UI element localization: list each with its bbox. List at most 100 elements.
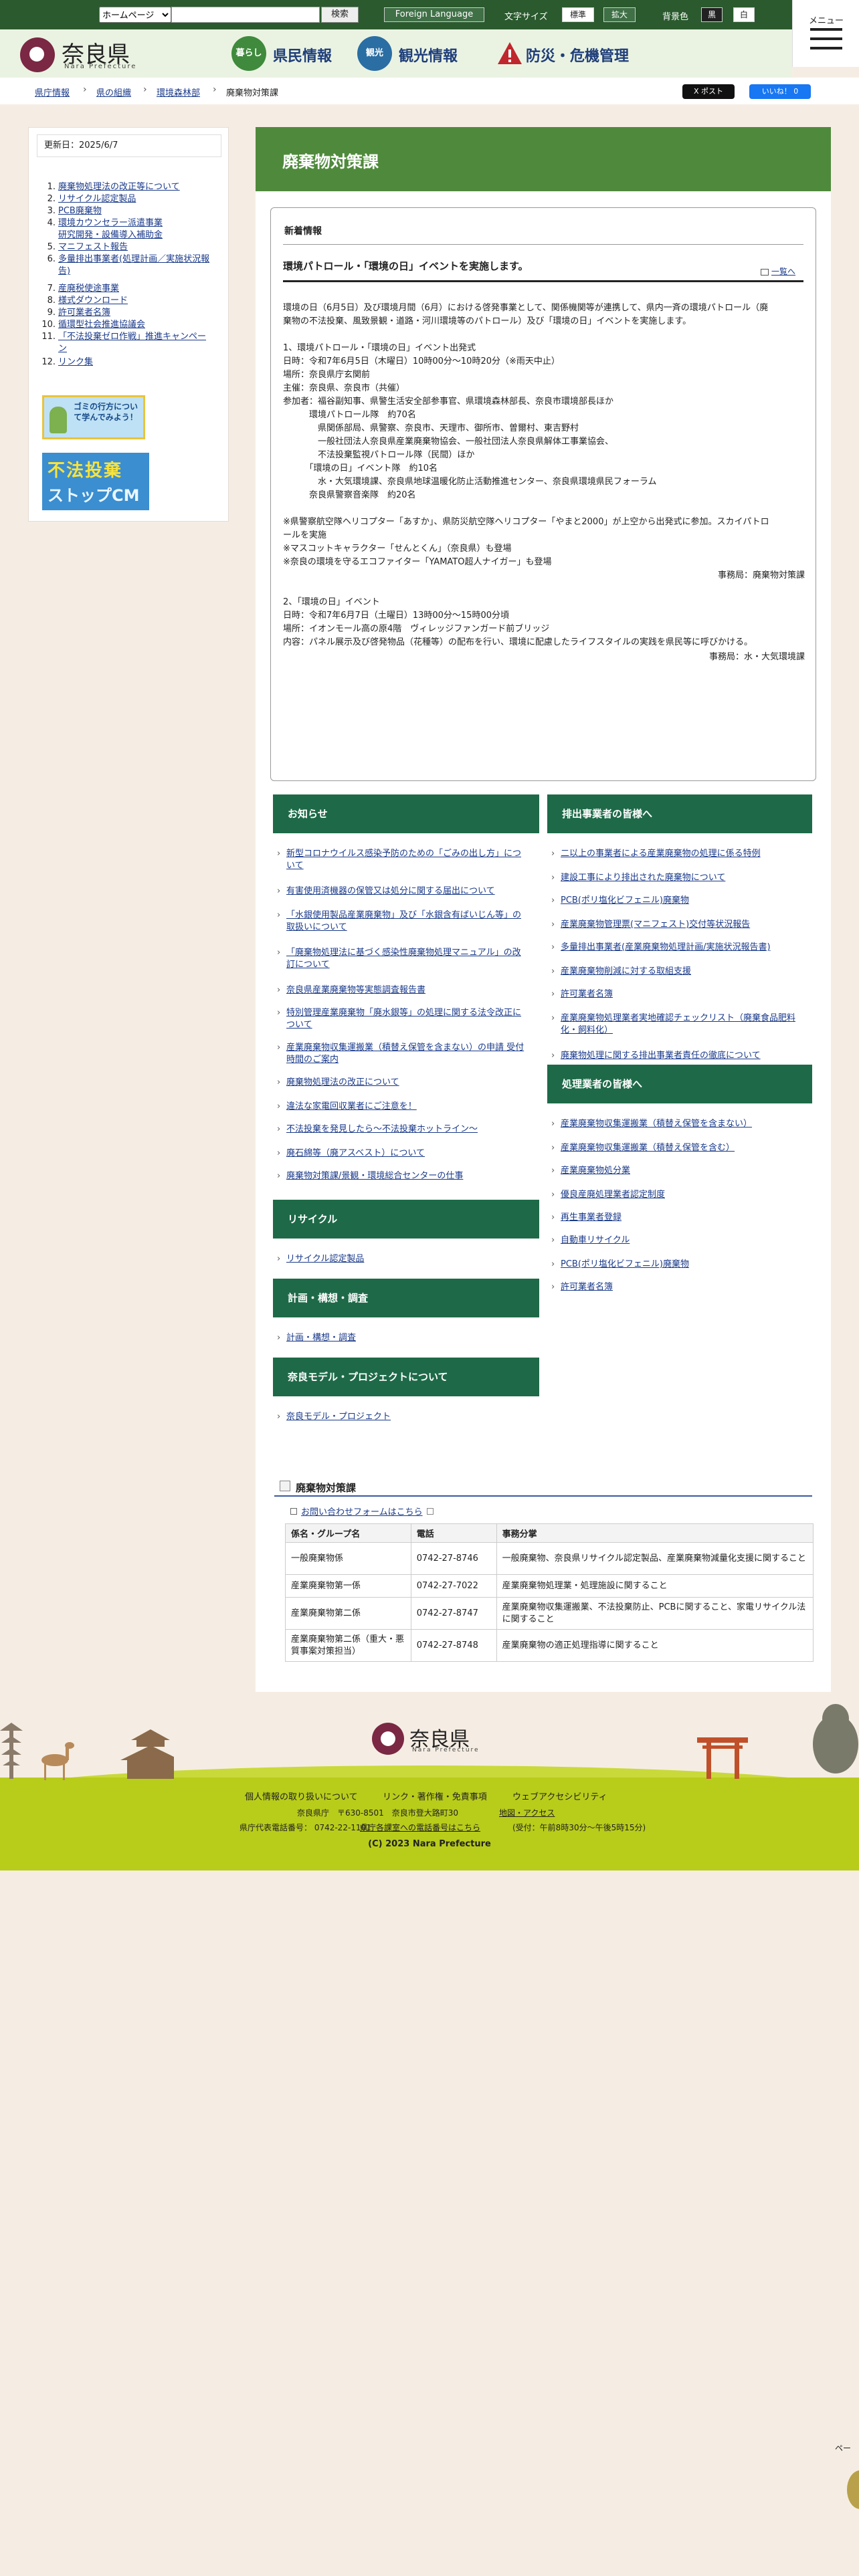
sidebar-item-label: リンク集 — [58, 357, 94, 367]
group-link-haishutsu[interactable]: 建設工事により排出された廃棄物について — [551, 872, 801, 884]
footer-phone-link[interactable]: 県庁各課室への電話番号はこちら — [360, 1822, 480, 1833]
group-link-oshirase[interactable]: 「水銀使用製品産業廃棄物」及び「水銀含有ばいじん等」の取扱いについて — [277, 909, 527, 934]
form-link-label: お問い合わせフォームはこちら — [301, 1507, 423, 1517]
group-link-oshirase[interactable]: 違法な家電回収業者にご注意を！ — [277, 1101, 527, 1113]
news-body-line: 主催：奈良県、奈良市（共催） — [283, 383, 405, 393]
page-top-button[interactable] — [847, 2470, 859, 2509]
table-header-row: 係名・グループ名 電話 事務分掌 — [285, 1523, 814, 1543]
footer-hours: (受付：午前8時30分～午後5時15分) — [512, 1823, 646, 1832]
bg-black-button[interactable]: 黒 — [701, 7, 723, 22]
search-button[interactable]: 検索 — [321, 7, 359, 23]
news-body-line: 水・大気環境課、奈良県地球温暖化防止活動推進センター、奈良県環境県民フォーラム — [283, 477, 657, 487]
garbage-banner[interactable]: ゴミの行方について学んでみよう！ — [42, 395, 145, 439]
group-link-recycle[interactable]: リサイクル認定製品 — [277, 1253, 527, 1265]
sidebar-item-label: 多量排出事業者(処理計画／実施状況報 — [58, 254, 210, 264]
nav-bousai[interactable]: 防災・危機管理 — [492, 36, 666, 71]
group-link-haishutsu[interactable]: 許可業者名簿 — [551, 988, 801, 1000]
font-standard-button[interactable]: 標準 — [562, 7, 594, 22]
site-select[interactable]: ホームページ — [99, 7, 171, 23]
table-header-cell: 電話 — [410, 1523, 497, 1543]
group-link-haishutsu[interactable]: PCB(ポリ塩化ビフェニル)廃棄物 — [551, 895, 801, 907]
news-body-line: ールを実施 — [283, 530, 327, 540]
menu-button[interactable]: メニュー — [792, 0, 859, 67]
bg-white-button[interactable]: 白 — [733, 7, 755, 22]
sidebar-item-number: 7. — [47, 284, 56, 294]
divider — [283, 280, 803, 282]
group-link-oshirase[interactable]: 有害使用済機器の保管又は処分に関する届出について — [277, 885, 527, 897]
nav-label: 防災・危機管理 — [526, 48, 630, 65]
group-link-shori[interactable]: 許可業者名簿 — [551, 1281, 801, 1293]
group-link-oshirase[interactable]: 産業廃棄物収集運搬業（積替え保管を含まない）の申請 受付時間のご案内 — [277, 1042, 527, 1066]
group-link-haishutsu[interactable]: 多量排出事業者(産業廃棄物処理計画/実施状況報告書) — [551, 942, 801, 954]
group-link-oshirase[interactable]: 廃石綿等（廃アスベスト）について — [277, 1148, 527, 1160]
group-link-shori[interactable]: 優良産廃処理業者認定制度 — [551, 1189, 801, 1201]
group-link-oshirase[interactable]: 新型コロナウイルス感染予防のための「ごみの出し方」について — [277, 848, 527, 872]
breadcrumb-item[interactable]: 県の組織 — [96, 86, 131, 98]
news-body-line: 2、「環境の日」イベント — [283, 597, 380, 607]
table-cell: 産業廃棄物の適正処理指導に関すること — [496, 1629, 814, 1662]
x-post-button[interactable]: X ポスト — [682, 84, 735, 99]
table-cell: 0742-27-8748 — [410, 1629, 497, 1662]
utility-bar: ホームページ 検索 Foreign Language 文字サイズ 標準 拡大 背… — [0, 0, 859, 29]
sidebar-item-number: 9. — [47, 308, 56, 318]
sidebar-item-label: リサイクル認定製品 — [58, 194, 136, 204]
group-link-oshirase[interactable]: 奈良県産業廃棄物等実態調査報告書 — [277, 984, 527, 996]
page-top-label[interactable]: ペー — [835, 2442, 859, 2456]
contact-form-link[interactable]: お問い合わせフォームはこちら — [290, 1505, 434, 1517]
nav-kanko[interactable]: 観光 観光情報 — [357, 36, 504, 71]
table-row: 産業廃棄物第一係 0742-27-7022 産業廃棄物処理業・処理施設に関すること — [285, 1574, 814, 1598]
group-link-haishutsu[interactable]: 産業廃棄物処理業者実地確認チェックリスト（廃棄食品肥料化・飼料化） — [551, 1012, 801, 1037]
group-link-oshirase[interactable]: 廃棄物処理法の改正について — [277, 1077, 527, 1089]
group-link-shori[interactable]: 自動車リサイクル — [551, 1235, 801, 1247]
group-link-shori[interactable]: PCB(ポリ塩化ビフェニル)廃棄物 — [551, 1259, 801, 1271]
group-link-shori[interactable]: 再生事業者登録 — [551, 1212, 801, 1224]
group-header-haishutsu: 排出事業者の皆様へ — [547, 794, 812, 833]
foreign-language-button[interactable]: Foreign Language — [384, 7, 484, 22]
sidebar-item-label: 循環型社会推進協議会 — [58, 320, 146, 330]
sidebar-item-label: ン — [58, 344, 68, 354]
breadcrumb-item[interactable]: 県庁情報 — [35, 86, 70, 98]
table-cell: 0742-27-8746 — [410, 1542, 497, 1575]
group-link-haishutsu[interactable]: 産業廃棄物削減に対する取組支援 — [551, 966, 801, 978]
footer-link-accessibility[interactable]: ウェブアクセシビリティ — [512, 1790, 607, 1802]
group-link-shori[interactable]: 産業廃棄物収集運搬業（積替え保管を含まない） — [551, 1118, 801, 1130]
footer-link-copyright[interactable]: リンク・著作権・免責事項 — [383, 1790, 487, 1802]
main-content: 廃棄物対策課 新着情報 環境パトロール・「環境の日」イベントを実施します。 一覧… — [256, 127, 831, 1692]
bg-color-label: 背景色 — [662, 12, 689, 22]
group-link-shori[interactable]: 産業廃棄物収集運搬業（積替え保管を含む） — [551, 1142, 801, 1154]
group-link-oshirase[interactable]: 廃棄物対策課/景観・環境総合センターの仕事 — [277, 1170, 527, 1182]
sidebar: 更新日：2025/6/7 1. 廃棄物処理法の改正等について 2. リサイクル認定製品… — [28, 127, 229, 522]
group-link-haishutsu[interactable]: 廃棄物処理に関する排出事業者責任の徹底について — [551, 1050, 801, 1062]
sidebar-item-number: 6. — [47, 254, 56, 264]
search-input[interactable] — [171, 7, 320, 23]
group-link-keikaku[interactable]: 計画・構想・調査 — [277, 1332, 527, 1344]
footer-map-link[interactable]: 地図・アクセス — [499, 1807, 555, 1818]
group-link-model[interactable]: 奈良モデル・プロジェクト — [277, 1411, 527, 1423]
group-link-haishutsu[interactable]: 二以上の事業者による産業廃棄物の処理に係る特例 — [551, 848, 801, 860]
logo-mark-icon — [20, 37, 55, 72]
hamburger-icon-bar — [810, 37, 842, 40]
footer-address: 奈良県庁 〒630-8501 奈良市登大路町30 — [297, 1808, 459, 1818]
footer-logo[interactable]: 奈良県 Nara Prefecture — [372, 1721, 492, 1759]
group-link-shori[interactable]: 産業廃棄物処分業 — [551, 1165, 801, 1177]
facebook-like-button[interactable]: いいね！ 0 — [749, 84, 811, 99]
group-link-haishutsu[interactable]: 産業廃棄物管理票(マニフェスト)交付等状況報告 — [551, 919, 801, 931]
news-heading: 新着情報 — [284, 226, 322, 237]
news-all-link[interactable]: 一覧へ — [761, 265, 795, 277]
sidebar-item-number: 11. — [41, 332, 56, 342]
footer-link-privacy[interactable]: 個人情報の取り扱いについて — [245, 1790, 358, 1802]
sidebar-item-label: 廃棄物処理法の改正等について — [58, 182, 180, 192]
group-link-oshirase[interactable]: 特別管理産業廃棄物「廃水銀等」の処理に関する法令改正について — [277, 1007, 527, 1031]
table-cell: 産業廃棄物第二係（重大・悪質事案対策担当） — [285, 1629, 411, 1662]
sidebar-item-label: 様式ダウンロード — [58, 296, 128, 306]
news-body-line: 1、環境パトロール・「環境の日」イベント出発式 — [283, 343, 476, 353]
nav-kenmin[interactable]: 暮らし 県民情報 — [231, 36, 379, 71]
group-link-oshirase[interactable]: 「廃棄物処理法に基づく感染性廃棄物処理マニュアル」の改訂について — [277, 947, 527, 971]
site-logo[interactable]: 奈良県 Nara Prefecture — [20, 35, 161, 72]
section-icon — [280, 1481, 290, 1491]
sidebar-item-label: 許可業者名簿 — [58, 308, 111, 318]
illegal-dumping-cm-banner[interactable]: 不法投棄 ストップCM — [42, 453, 149, 510]
font-large-button[interactable]: 拡大 — [603, 7, 636, 22]
group-link-oshirase[interactable]: 不法投棄を発見したら～不法投棄ホットライン～ — [277, 1123, 527, 1136]
breadcrumb-item[interactable]: 環境森林部 — [157, 86, 200, 98]
